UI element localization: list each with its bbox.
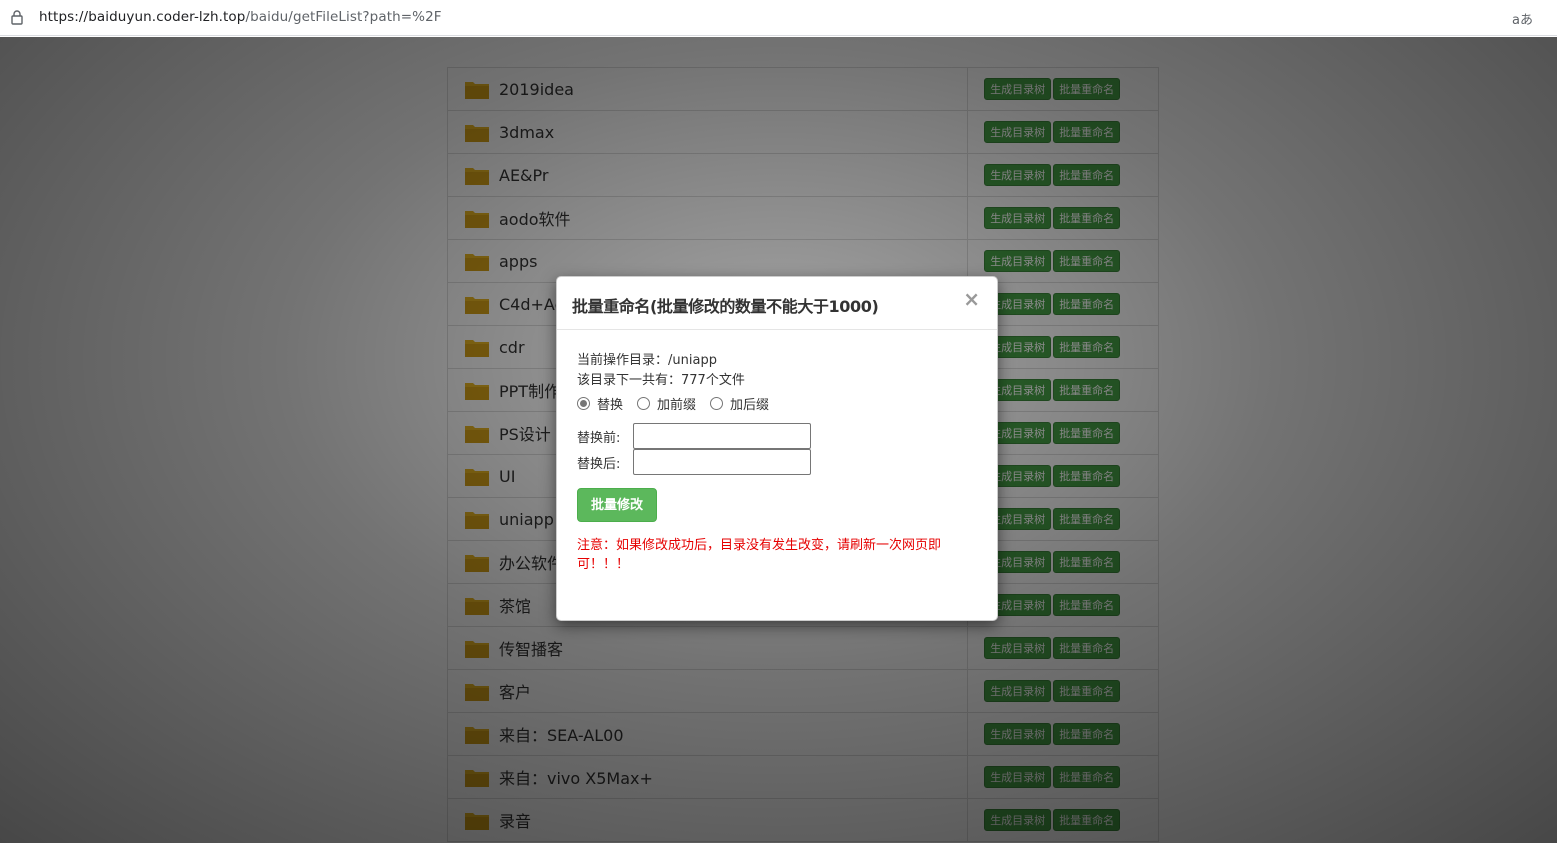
- radio-prefix-circle[interactable]: [637, 396, 651, 410]
- current-dir-line: 当前操作目录：/uniapp: [577, 351, 977, 371]
- radio-prefix-label: 加前缀: [657, 397, 697, 413]
- rename-mode-radios: 替换 加前缀 加后缀: [577, 392, 977, 414]
- radio-suffix-label: 加后缀: [730, 397, 770, 413]
- after-input[interactable]: [633, 449, 811, 475]
- file-count-label: 该目录下一共有：: [577, 373, 682, 388]
- batch-rename-modal: 批量重命名(批量修改的数量不能大于1000) × 当前操作目录：/uniapp …: [556, 276, 998, 621]
- before-label: 替换前:: [577, 430, 621, 446]
- radio-replace-circle[interactable]: [577, 396, 590, 410]
- batch-modify-button[interactable]: 批量修改: [577, 488, 658, 522]
- before-field-row: 替换前:: [577, 423, 977, 449]
- close-icon[interactable]: ×: [963, 289, 980, 309]
- after-label: 替换后:: [577, 456, 621, 472]
- radio-suffix-circle[interactable]: [710, 396, 724, 410]
- file-count-value: 777个文件: [681, 373, 745, 388]
- radio-replace[interactable]: 替换: [577, 394, 623, 413]
- after-field-row: 替换后:: [577, 449, 977, 475]
- current-dir-label: 当前操作目录：: [577, 353, 669, 368]
- lock-icon[interactable]: [10, 9, 24, 25]
- url-path: /baidu/getFileList?path=%2F: [245, 9, 442, 25]
- file-count-line: 该目录下一共有：777个文件: [577, 371, 977, 391]
- modal-body: 当前操作目录：/uniapp 该目录下一共有：777个文件 替换 加前缀 加后缀…: [577, 351, 977, 574]
- url-host: https://baiduyun.coder-lzh.top: [39, 9, 246, 25]
- translate-icon[interactable]: aあ: [1512, 9, 1533, 28]
- current-dir-value: /uniapp: [668, 353, 717, 368]
- modal-title: 批量重命名(批量修改的数量不能大于1000): [572, 297, 879, 316]
- warning-note: 注意：如果修改成功后，目录没有发生改变，请刷新一次网页即可！！！: [577, 538, 942, 572]
- modal-header: 批量重命名(批量修改的数量不能大于1000) ×: [557, 277, 997, 330]
- radio-prefix[interactable]: 加前缀: [637, 394, 696, 413]
- radio-replace-label: 替换: [597, 397, 624, 413]
- browser-address-bar: https://baiduyun.coder-lzh.top/baidu/get…: [0, 0, 1557, 36]
- url-field[interactable]: https://baiduyun.coder-lzh.top/baidu/get…: [39, 9, 442, 25]
- radio-suffix[interactable]: 加后缀: [710, 394, 769, 413]
- before-input[interactable]: [633, 423, 811, 449]
